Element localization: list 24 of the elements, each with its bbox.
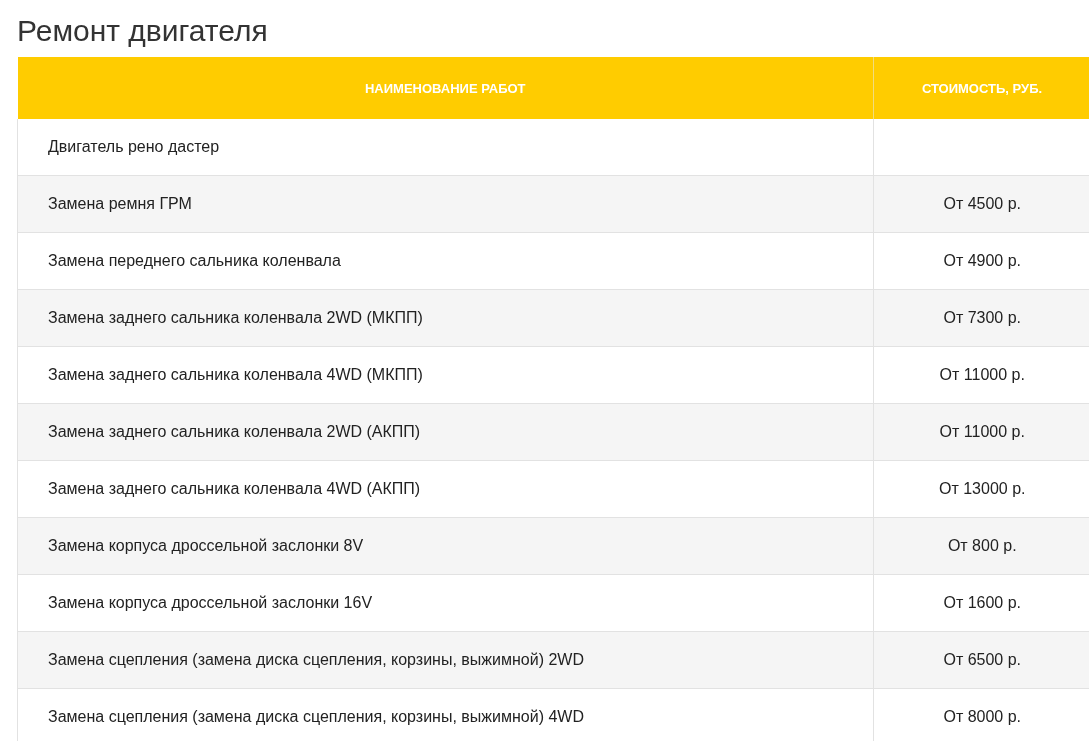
table-cell: Замена сцепления (замена диска сцепления, корзины, выжимной) 4WD — [17, 688, 874, 741]
table-cell: От 4500 р. — [873, 175, 1089, 233]
table-cell: От 800 р. — [873, 517, 1089, 575]
table-cell: Двигатель рено дастер — [17, 119, 874, 176]
table-cell: От 13000 р. — [873, 460, 1089, 518]
table-cell: От 1600 р. — [873, 574, 1089, 632]
column-header: СТОИМОСТЬ, РУБ. — [873, 57, 1089, 119]
table-cell: Замена заднего сальника коленвала 4WD (МКПП) — [17, 346, 874, 404]
table-cell: От 8000 р. — [873, 688, 1089, 741]
table-cell: Замена заднего сальника коленвала 2WD (АКПП) — [17, 403, 874, 461]
table-cell: От 11000 р. — [873, 346, 1089, 404]
table-cell: Замена корпуса дроссельной заслонки 8V — [17, 517, 874, 575]
page-title: Ремонт двигателя — [16, 13, 269, 49]
table-cell: От 7300 р. — [873, 289, 1089, 347]
table-cell: Замена переднего сальника коленвала — [17, 232, 874, 290]
table-cell: Замена заднего сальника коленвала 4WD (АКПП) — [17, 460, 874, 518]
table-cell: От 6500 р. — [873, 631, 1089, 689]
table-cell: От 11000 р. — [873, 403, 1089, 461]
table-cell: Замена сцепления (замена диска сцепления, корзины, выжимной) 2WD — [17, 631, 874, 689]
column-header: НАИМЕНОВАНИЕ РАБОТ — [17, 57, 874, 119]
table-cell: Замена ремня ГРМ — [17, 175, 874, 233]
table-cell: Замена корпуса дроссельной заслонки 16V — [17, 574, 874, 632]
table-cell: От 4900 р. — [873, 232, 1089, 290]
table-cell: Замена заднего сальника коленвала 2WD (МКПП) — [17, 289, 874, 347]
